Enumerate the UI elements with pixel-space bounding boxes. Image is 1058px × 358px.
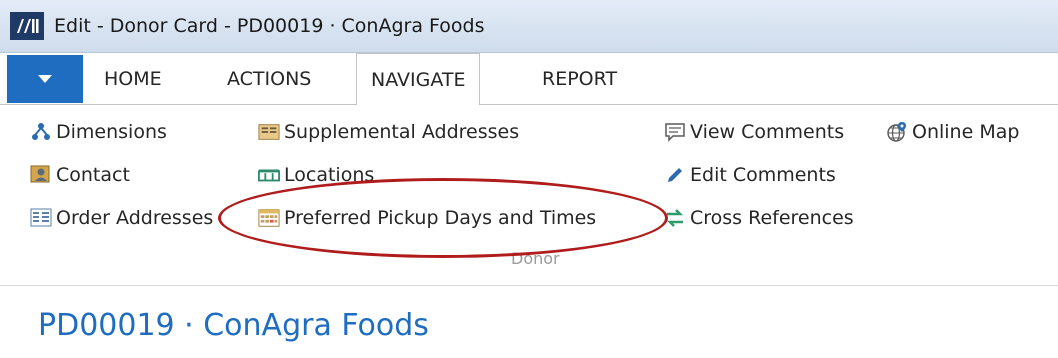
tab-home[interactable]: HOME — [90, 53, 176, 105]
title-bar: Edit - Donor Card - PD00019 · ConAgra Fo… — [0, 0, 1058, 53]
globe-map-pin-icon — [886, 121, 908, 143]
comment-bubble-icon — [664, 121, 686, 143]
contact-label: Contact — [56, 164, 130, 186]
supplemental-addresses-command[interactable]: Supplemental Addresses — [258, 117, 519, 147]
dropdown-arrow-icon — [38, 75, 52, 83]
ribbon-group-label: Donor — [511, 249, 560, 268]
contact-command[interactable]: Contact — [30, 160, 130, 190]
address-book-icon — [30, 207, 52, 229]
locations-icon — [258, 164, 280, 186]
tab-report[interactable]: REPORT — [528, 53, 631, 105]
order-addresses-label: Order Addresses — [56, 207, 214, 229]
cross-references-label: Cross References — [690, 207, 854, 229]
dimensions-icon — [30, 121, 52, 143]
window-title: Edit - Donor Card - PD00019 · ConAgra Fo… — [54, 15, 485, 37]
ribbon-divider — [0, 285, 1058, 286]
pencil-icon — [664, 164, 686, 186]
view-comments-label: View Comments — [690, 121, 845, 143]
online-map-command[interactable]: Online Map — [886, 117, 1019, 147]
page-title: PD00019 · ConAgra Foods — [38, 308, 429, 343]
supplemental-addresses-icon — [258, 121, 280, 143]
tab-actions[interactable]: ACTIONS — [213, 53, 325, 105]
app-menu-button[interactable] — [7, 55, 83, 103]
edit-comments-label: Edit Comments — [690, 164, 836, 186]
locations-command[interactable]: Locations — [258, 160, 374, 190]
online-map-label: Online Map — [912, 121, 1020, 143]
view-comments-command[interactable]: View Comments — [664, 117, 844, 147]
dimensions-command[interactable]: Dimensions — [30, 117, 167, 147]
supplemental-addresses-label: Supplemental Addresses — [284, 121, 520, 143]
locations-label: Locations — [284, 164, 375, 186]
preferred-pickup-label: Preferred Pickup Days and Times — [284, 207, 597, 229]
app-logo-icon — [10, 12, 44, 40]
edit-comments-command[interactable]: Edit Comments — [664, 160, 836, 190]
preferred-pickup-command[interactable]: Preferred Pickup Days and Times — [258, 203, 596, 233]
cross-references-command[interactable]: Cross References — [664, 203, 854, 233]
contact-card-icon — [30, 164, 52, 186]
cross-references-icon — [664, 207, 686, 229]
ribbon-tab-row: HOME ACTIONS NAVIGATE REPORT — [0, 53, 1058, 106]
tab-navigate[interactable]: NAVIGATE — [356, 53, 481, 106]
order-addresses-command[interactable]: Order Addresses — [30, 203, 213, 233]
dimensions-label: Dimensions — [56, 121, 167, 143]
calendar-icon — [258, 207, 280, 229]
ribbon-panel: Dimensions Contact Order Addresses Suppl… — [0, 105, 1058, 285]
